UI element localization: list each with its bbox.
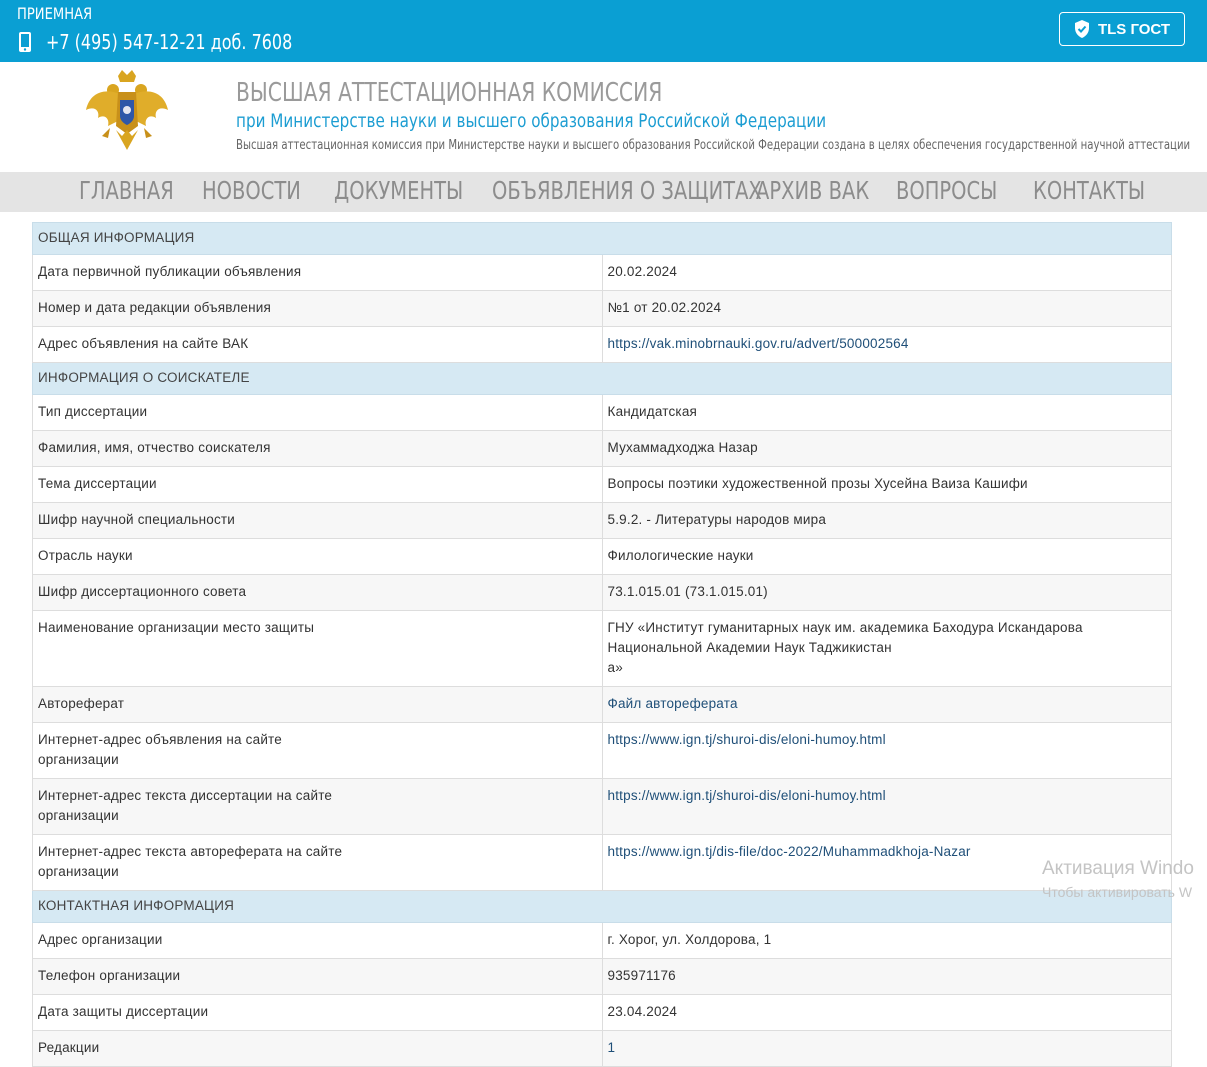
row-value: г. Хорог, ул. Холдорова, 1 bbox=[601, 922, 1172, 959]
org-title: ВЫСШАЯ АТТЕСТАЦИОННАЯ КОМИССИЯ bbox=[236, 78, 663, 108]
nav-item-vak-archive[interactable]: Архив ВАК bbox=[756, 176, 869, 205]
row-label: Дата защиты диссертации bbox=[32, 994, 603, 1031]
nav-item-news[interactable]: Новости bbox=[202, 176, 301, 205]
main-nav: Главная Новости Документы Объявления о з… bbox=[0, 172, 1207, 212]
nav-item-contacts[interactable]: Контакты bbox=[1033, 176, 1145, 205]
top-bar: ПРИЕМНАЯ +7 (495) 547-12-21 доб. 7608 TL… bbox=[0, 0, 1207, 62]
row-value: 23.04.2024 bbox=[601, 994, 1172, 1031]
row-value: https://vak.minobrnauki.gov.ru/advert/50… bbox=[601, 326, 1172, 363]
org-name-line-1: ГНУ «Институт гуманитарных наук им. акад… bbox=[607, 620, 1083, 655]
announcement-table: ОБЩАЯ ИНФОРМАЦИЯ Дата первичной публикац… bbox=[32, 222, 1172, 1067]
section-title: ОБЩАЯ ИНФОРМАЦИЯ bbox=[32, 222, 1172, 255]
dissertation-text-link[interactable]: https://www.ign.tj/shuroi-dis/eloni-humo… bbox=[608, 788, 886, 803]
tls-gost-button[interactable]: TLS ГОСТ bbox=[1059, 12, 1185, 46]
row-label: Отрасль науки bbox=[32, 538, 603, 575]
row-label: Интернет-адрес текста диссертации на сай… bbox=[32, 778, 603, 835]
section-header-contact: КОНТАКТНАЯ ИНФОРМАЦИЯ bbox=[32, 890, 1172, 923]
nav-item-questions[interactable]: Вопросы bbox=[896, 176, 997, 205]
row-label: Наименование организации место защиты bbox=[32, 610, 603, 687]
table-row: Адрес объявления на сайте ВАК https://va… bbox=[32, 326, 1172, 363]
row-value: Мухаммадходжа Назар bbox=[601, 430, 1172, 467]
row-label: Интернет-адрес текста автореферата на са… bbox=[32, 834, 603, 891]
row-value: Вопросы поэтики художественной прозы Хус… bbox=[601, 466, 1172, 503]
row-label-line: организации bbox=[38, 808, 119, 823]
windows-activation-text: Чтобы активировать W bbox=[1042, 884, 1193, 900]
row-label-line: организации bbox=[38, 752, 119, 767]
tls-gost-label: TLS ГОСТ bbox=[1097, 20, 1171, 38]
table-row: Телефон организации 935971176 bbox=[32, 958, 1172, 995]
row-label: Тип диссертации bbox=[32, 394, 603, 431]
row-label: Интернет-адрес объявления на сайте орган… bbox=[32, 722, 603, 779]
row-value: 1 bbox=[601, 1030, 1172, 1067]
row-value: 20.02.2024 bbox=[601, 254, 1172, 291]
section-header-general: ОБЩАЯ ИНФОРМАЦИЯ bbox=[32, 222, 1172, 255]
site-header: ВЫСШАЯ АТТЕСТАЦИОННАЯ КОМИССИЯ при Минис… bbox=[0, 62, 1207, 172]
table-row: Шифр диссертационного совета 73.1.015.01… bbox=[32, 574, 1172, 611]
section-title: КОНТАКТНАЯ ИНФОРМАЦИЯ bbox=[32, 890, 1172, 923]
row-value: 5.9.2. - Литературы народов мира bbox=[601, 502, 1172, 539]
table-row: Отрасль науки Филологические науки bbox=[32, 538, 1172, 575]
row-label: Телефон организации bbox=[32, 958, 603, 995]
row-value: ГНУ «Институт гуманитарных наук им. акад… bbox=[601, 610, 1172, 687]
phone-number[interactable]: +7 (495) 547-12-21 доб. 7608 bbox=[46, 30, 292, 54]
row-value: Филологические науки bbox=[601, 538, 1172, 575]
org-description: Высшая аттестационная комиссия при Минис… bbox=[236, 138, 1191, 153]
table-row: Дата первичной публикации объявления 20.… bbox=[32, 254, 1172, 291]
table-row: Интернет-адрес текста диссертации на сай… bbox=[32, 778, 1172, 835]
mobile-phone-icon bbox=[17, 31, 33, 53]
table-row: Редакции 1 bbox=[32, 1030, 1172, 1067]
table-row: Автореферат Файл автореферата bbox=[32, 686, 1172, 723]
row-value: Файл автореферата bbox=[601, 686, 1172, 723]
revision-link[interactable]: 1 bbox=[608, 1040, 616, 1055]
row-value: 935971176 bbox=[601, 958, 1172, 995]
row-label: Адрес объявления на сайте ВАК bbox=[32, 326, 603, 363]
section-header-applicant: ИНФОРМАЦИЯ О СОИСКАТЕЛЕ bbox=[32, 362, 1172, 395]
row-label: Фамилия, имя, отчество соискателя bbox=[32, 430, 603, 467]
table-row: Тема диссертации Вопросы поэтики художес… bbox=[32, 466, 1172, 503]
row-value: https://www.ign.tj/shuroi-dis/eloni-humo… bbox=[601, 722, 1172, 779]
coat-of-arms-logo[interactable] bbox=[80, 70, 174, 164]
reception-label: ПРИЕМНАЯ bbox=[17, 4, 93, 23]
row-label-line: организации bbox=[38, 864, 119, 879]
row-label-line: Интернет-адрес текста автореферата на са… bbox=[38, 844, 343, 859]
row-label: Дата первичной публикации объявления bbox=[32, 254, 603, 291]
row-value: №1 от 20.02.2024 bbox=[601, 290, 1172, 327]
table-row: Интернет-адрес объявления на сайте орган… bbox=[32, 722, 1172, 779]
table-row: Интернет-адрес текста автореферата на са… bbox=[32, 834, 1172, 891]
row-value: 73.1.015.01 (73.1.015.01) bbox=[601, 574, 1172, 611]
row-label: Автореферат bbox=[32, 686, 603, 723]
table-row: Адрес организации г. Хорог, ул. Холдоров… bbox=[32, 922, 1172, 959]
row-label: Адрес организации bbox=[32, 922, 603, 959]
table-row: Тип диссертации Кандидатская bbox=[32, 394, 1172, 431]
table-row: Номер и дата редакции объявления №1 от 2… bbox=[32, 290, 1172, 327]
row-label: Редакции bbox=[32, 1030, 603, 1067]
org-advert-link[interactable]: https://www.ign.tj/shuroi-dis/eloni-humo… bbox=[608, 732, 886, 747]
vak-advert-link[interactable]: https://vak.minobrnauki.gov.ru/advert/50… bbox=[608, 336, 909, 351]
row-label-line: Интернет-адрес объявления на сайте bbox=[38, 732, 282, 747]
section-title: ИНФОРМАЦИЯ О СОИСКАТЕЛЕ bbox=[32, 362, 1172, 395]
row-label: Номер и дата редакции объявления bbox=[32, 290, 603, 327]
nav-item-documents[interactable]: Документы bbox=[334, 176, 463, 205]
table-row: Дата защиты диссертации 23.04.2024 bbox=[32, 994, 1172, 1031]
row-value: Кандидатская bbox=[601, 394, 1172, 431]
row-label: Тема диссертации bbox=[32, 466, 603, 503]
row-label-line: Интернет-адрес текста диссертации на сай… bbox=[38, 788, 333, 803]
phone-row: +7 (495) 547-12-21 доб. 7608 bbox=[17, 30, 354, 54]
abstract-file-link[interactable]: Файл автореферата bbox=[608, 696, 738, 711]
row-label: Шифр научной специальности bbox=[32, 502, 603, 539]
org-name-line-2: а» bbox=[607, 660, 623, 675]
org-subtitle: при Министерстве науки и высшего образов… bbox=[236, 110, 827, 132]
abstract-text-link[interactable]: https://www.ign.tj/dis-file/doc-2022/Muh… bbox=[608, 844, 971, 859]
row-label: Шифр диссертационного совета bbox=[32, 574, 603, 611]
shield-check-icon bbox=[1074, 20, 1089, 38]
table-row: Шифр научной специальности 5.9.2. - Лите… bbox=[32, 502, 1172, 539]
table-row: Фамилия, имя, отчество соискателя Мухамм… bbox=[32, 430, 1172, 467]
nav-item-defense-announcements[interactable]: Объявления о защитах bbox=[492, 176, 762, 205]
table-row: Наименование организации место защиты ГН… bbox=[32, 610, 1172, 687]
nav-item-home[interactable]: Главная bbox=[79, 176, 174, 205]
windows-activation-title: Активация Windo bbox=[1042, 858, 1194, 879]
row-value: https://www.ign.tj/shuroi-dis/eloni-humo… bbox=[601, 778, 1172, 835]
